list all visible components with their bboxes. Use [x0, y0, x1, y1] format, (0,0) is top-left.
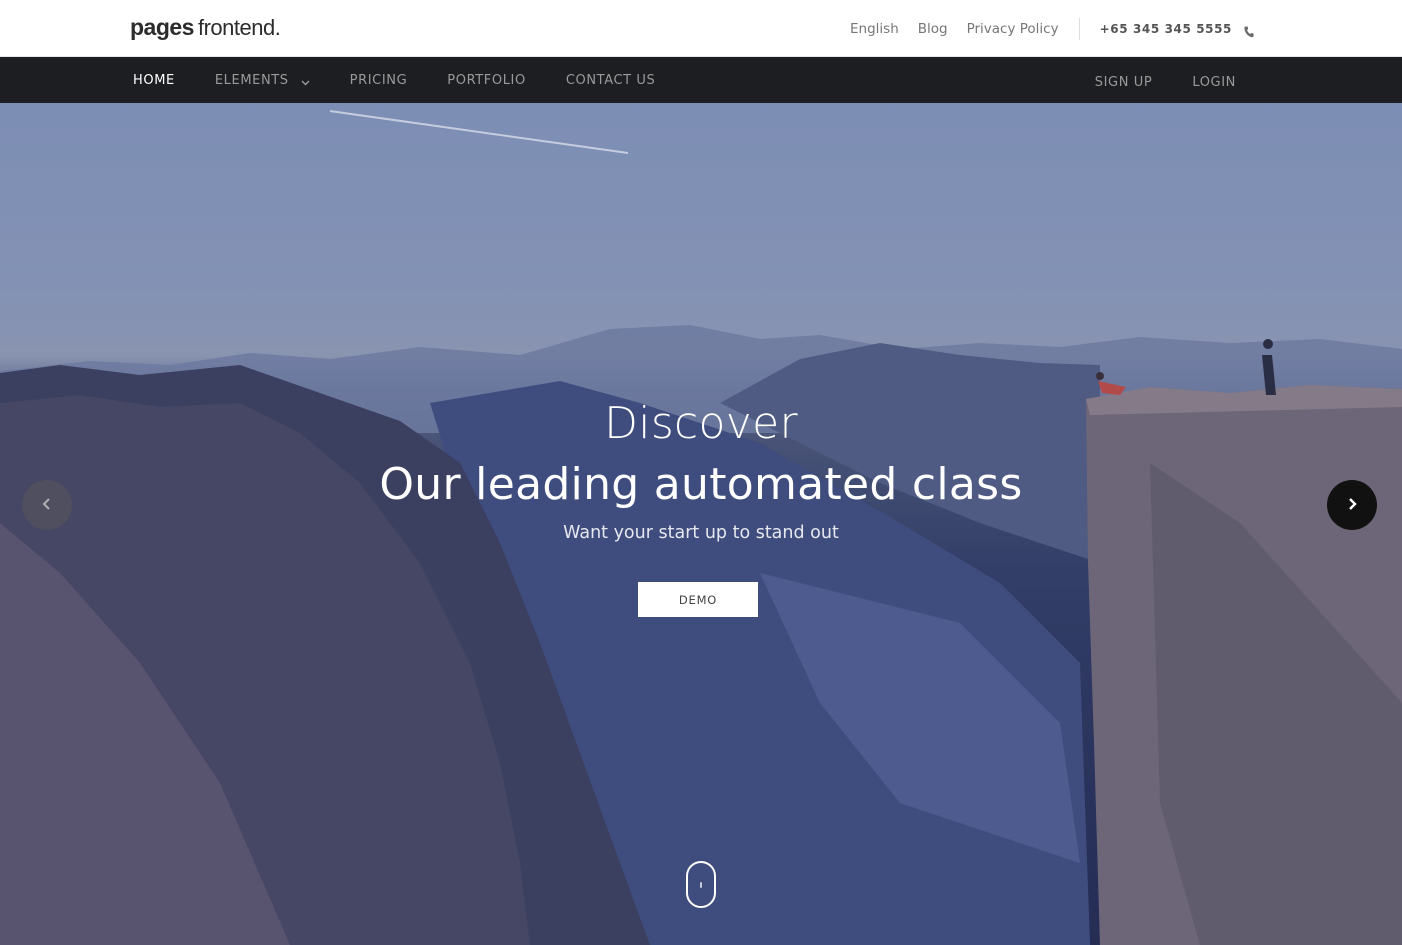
hero-title-line2: Our leading automated class [379, 459, 1023, 510]
language-link[interactable]: English [850, 21, 899, 37]
sign-up-label: SIGN UP [1094, 74, 1153, 90]
scroll-wheel-dot [700, 882, 702, 888]
demo-button[interactable]: DEMO [638, 582, 758, 617]
nav-home-label: HOME [133, 72, 175, 88]
hero-slider: Discover Our leading automated class Wan… [0, 103, 1402, 945]
nav-elements[interactable]: ELEMENTS [215, 73, 310, 88]
top-divider [1078, 17, 1080, 40]
brand-logo-part1: pages [130, 14, 194, 40]
nav-contact-label: CONTACT US [565, 72, 656, 88]
nav-contact-us[interactable]: CONTACT US [566, 73, 656, 88]
auth-menu: SIGN UP LOGIN [1055, 59, 1236, 105]
phone-icon [1244, 23, 1254, 37]
nav-pricing[interactable]: PRICING [350, 73, 408, 88]
nav-elements-label: ELEMENTS [214, 72, 289, 88]
privacy-policy-link[interactable]: Privacy Policy [967, 21, 1059, 37]
main-navbar: HOME ELEMENTS PRICING PORTFOLIO CONTACT … [0, 57, 1402, 103]
brand-logo[interactable]: pages frontend. [130, 14, 281, 42]
hero-subtitle: Want your start up to stand out [563, 523, 839, 543]
slider-next-button[interactable] [1327, 480, 1377, 530]
top-links: English Blog Privacy Policy +65 345 345 … [831, 0, 1254, 57]
sign-up-link[interactable]: SIGN UP [1095, 75, 1153, 90]
login-label: LOGIN [1192, 74, 1236, 90]
nav-portfolio-label: PORTFOLIO [447, 72, 526, 88]
login-link[interactable]: LOGIN [1192, 75, 1236, 90]
brand-logo-part2: frontend. [197, 15, 281, 40]
chevron-right-icon [1346, 496, 1358, 515]
blog-link[interactable]: Blog [918, 21, 948, 37]
chevron-left-icon [41, 496, 53, 515]
nav-home[interactable]: HOME [133, 73, 175, 88]
nav-portfolio[interactable]: PORTFOLIO [447, 73, 526, 88]
nav-pricing-label: PRICING [349, 72, 408, 88]
hero-title-line1: Discover [604, 398, 798, 449]
slider-prev-button[interactable] [22, 480, 72, 530]
mouse-scroll-icon[interactable] [686, 861, 716, 908]
top-bar: pages frontend. English Blog Privacy Pol… [0, 0, 1402, 57]
nav-menu: HOME ELEMENTS PRICING PORTFOLIO CONTACT … [133, 57, 695, 103]
chevron-down-icon [301, 76, 310, 85]
phone-number[interactable]: +65 345 345 5555 [1100, 22, 1232, 36]
